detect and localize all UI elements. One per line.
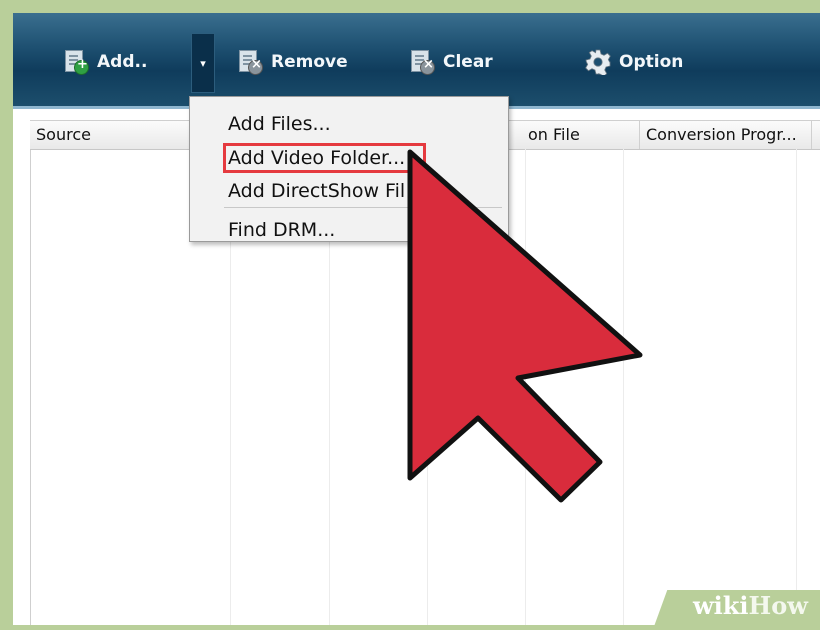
pointer-arrow-icon [407, 149, 643, 503]
